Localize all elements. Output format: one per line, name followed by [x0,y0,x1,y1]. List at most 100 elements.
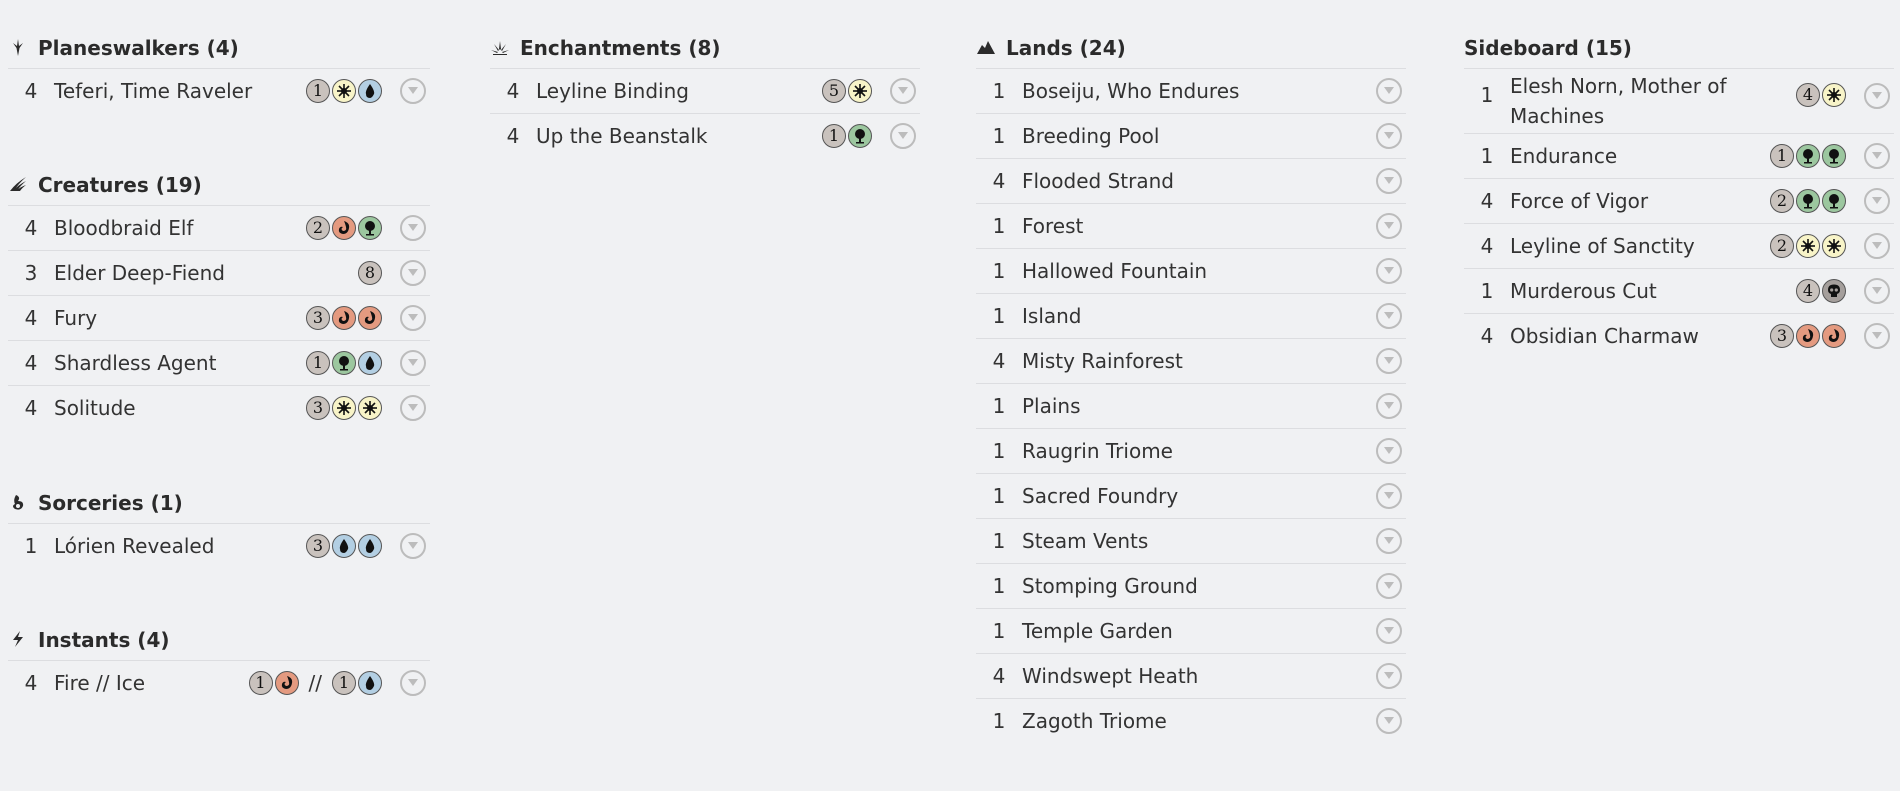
chevron-down-icon[interactable] [1376,123,1402,149]
card-name[interactable]: Plains [1022,391,1358,421]
chevron-down-icon[interactable] [1864,188,1890,214]
chevron-down-icon[interactable] [1864,278,1890,304]
card-row[interactable]: 1 Murderous Cut 4 [1464,268,1894,313]
card-row[interactable]: 1 Raugrin Triome [976,428,1406,473]
card-name[interactable]: Hallowed Fountain [1022,256,1358,286]
group-title: Enchantments (8) [520,36,721,60]
card-name[interactable]: Fury [54,303,306,333]
chevron-down-icon[interactable] [400,260,426,286]
chevron-down-icon[interactable] [400,78,426,104]
card-row[interactable]: 1 Plains [976,383,1406,428]
card-row[interactable]: 4 Teferi, Time Raveler 1 [8,68,430,113]
chevron-down-icon[interactable] [1376,258,1402,284]
card-name[interactable]: Leyline of Sanctity [1510,231,1770,261]
card-row[interactable]: 4 Fire // Ice 1//1 [8,660,430,705]
group-header: Creatures (19) [8,165,430,205]
chevron-down-icon[interactable] [1376,573,1402,599]
card-name[interactable]: Solitude [54,393,306,423]
card-name[interactable]: Raugrin Triome [1022,436,1358,466]
card-row[interactable]: 1 Lórien Revealed 3 [8,523,430,568]
card-name[interactable]: Shardless Agent [54,348,306,378]
card-name[interactable]: Boseiju, Who Endures [1022,76,1358,106]
card-name[interactable]: Breeding Pool [1022,121,1358,151]
card-row[interactable]: 1 Boseiju, Who Endures [976,68,1406,113]
card-name[interactable]: Windswept Heath [1022,661,1358,691]
card-name[interactable]: Forest [1022,211,1358,241]
chevron-down-icon[interactable] [400,350,426,376]
card-row[interactable]: 1 Steam Vents [976,518,1406,563]
card-name[interactable]: Flooded Strand [1022,166,1358,196]
card-quantity: 4 [24,79,38,103]
card-row[interactable]: 4 Bloodbraid Elf 2 [8,205,430,250]
chevron-down-icon[interactable] [1864,233,1890,259]
card-name[interactable]: Fire // Ice [54,668,249,698]
chevron-down-icon[interactable] [1376,663,1402,689]
card-name[interactable]: Obsidian Charmaw [1510,321,1770,351]
card-name[interactable]: Bloodbraid Elf [54,213,306,243]
chevron-down-icon[interactable] [1376,708,1402,734]
card-row[interactable]: 1 Elesh Norn, Mother of Machines 4 [1464,68,1894,133]
card-row[interactable]: 4 Flooded Strand [976,158,1406,203]
card-row[interactable]: 4 Up the Beanstalk 1 [490,113,920,158]
card-name[interactable]: Leyline Binding [536,76,822,106]
card-name[interactable]: Zagoth Triome [1022,706,1358,736]
card-name[interactable]: Lórien Revealed [54,531,306,561]
card-row[interactable]: 1 Hallowed Fountain [976,248,1406,293]
card-name[interactable]: Sacred Foundry [1022,481,1358,511]
card-row[interactable]: 1 Endurance 1 [1464,133,1894,178]
card-row[interactable]: 4 Solitude 3 [8,385,430,430]
card-name[interactable]: Steam Vents [1022,526,1358,556]
mana-cost: 4 [1796,279,1846,303]
card-name[interactable]: Island [1022,301,1358,331]
card-name[interactable]: Teferi, Time Raveler [54,76,306,106]
card-row[interactable]: 4 Windswept Heath [976,653,1406,698]
card-row[interactable]: 4 Leyline Binding 5 [490,68,920,113]
chevron-down-icon[interactable] [1376,393,1402,419]
card-name[interactable]: Temple Garden [1022,616,1358,646]
chevron-down-icon[interactable] [890,78,916,104]
chevron-down-icon[interactable] [400,305,426,331]
split-separator: // [308,671,322,695]
card-row[interactable]: 4 Fury 3 [8,295,430,340]
card-row[interactable]: 4 Leyline of Sanctity 2 [1464,223,1894,268]
card-row[interactable]: 1 Zagoth Triome [976,698,1406,743]
card-row[interactable]: 4 Misty Rainforest [976,338,1406,383]
chevron-down-icon[interactable] [400,670,426,696]
chevron-down-icon[interactable] [400,533,426,559]
chevron-down-icon[interactable] [1376,528,1402,554]
chevron-down-icon[interactable] [1376,168,1402,194]
card-name[interactable]: Endurance [1510,141,1770,171]
chevron-down-icon[interactable] [400,395,426,421]
card-name[interactable]: Murderous Cut [1510,276,1796,306]
chevron-down-icon[interactable] [400,215,426,241]
chevron-down-icon[interactable] [1376,303,1402,329]
chevron-down-icon[interactable] [1376,618,1402,644]
card-name[interactable]: Elesh Norn, Mother of Machines [1510,69,1796,133]
chevron-down-icon[interactable] [1376,438,1402,464]
card-name[interactable]: Stomping Ground [1022,571,1358,601]
card-row[interactable]: 1 Stomping Ground [976,563,1406,608]
chevron-down-icon[interactable] [1376,78,1402,104]
fire-icon [332,216,356,240]
generic-mana-symbol: 1 [332,671,356,695]
card-name[interactable]: Force of Vigor [1510,186,1770,216]
card-row[interactable]: 1 Sacred Foundry [976,473,1406,518]
card-name[interactable]: Up the Beanstalk [536,121,822,151]
card-row[interactable]: 3 Elder Deep-Fiend 8 [8,250,430,295]
card-row[interactable]: 4 Force of Vigor 2 [1464,178,1894,223]
card-row[interactable]: 1 Forest [976,203,1406,248]
card-name[interactable]: Misty Rainforest [1022,346,1358,376]
chevron-down-icon[interactable] [1864,323,1890,349]
card-row[interactable]: 1 Breeding Pool [976,113,1406,158]
chevron-down-icon[interactable] [1864,143,1890,169]
chevron-down-icon[interactable] [1376,213,1402,239]
card-row[interactable]: 4 Obsidian Charmaw 3 [1464,313,1894,358]
chevron-down-icon[interactable] [1376,483,1402,509]
card-row[interactable]: 1 Island [976,293,1406,338]
card-row[interactable]: 1 Temple Garden [976,608,1406,653]
chevron-down-icon[interactable] [1376,348,1402,374]
chevron-down-icon[interactable] [1864,83,1890,109]
card-name[interactable]: Elder Deep-Fiend [54,258,358,288]
chevron-down-icon[interactable] [890,123,916,149]
card-row[interactable]: 4 Shardless Agent 1 [8,340,430,385]
